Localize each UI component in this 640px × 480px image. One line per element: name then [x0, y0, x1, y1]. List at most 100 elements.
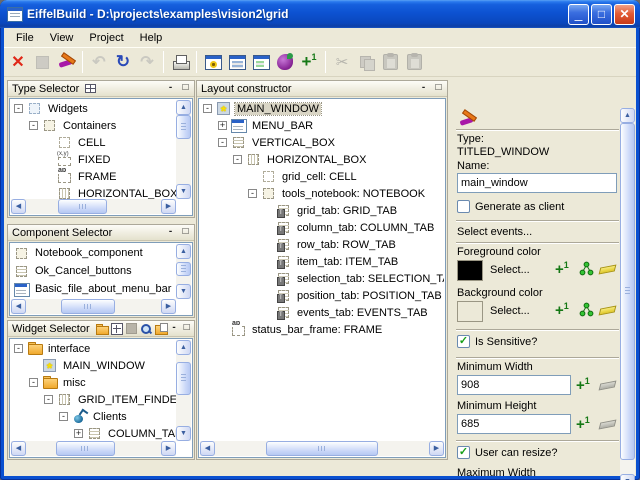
- user-can-resize-checkbox[interactable]: User can resize?: [457, 446, 558, 459]
- expand-icon[interactable]: +: [74, 429, 83, 438]
- tree-item[interactable]: -HORIZONTAL_BOX: [200, 151, 444, 168]
- scroll-track[interactable]: [26, 199, 161, 214]
- window-preview-button[interactable]: [225, 50, 249, 74]
- scroll-thumb[interactable]: [620, 123, 635, 460]
- collapse-icon[interactable]: -: [14, 104, 23, 113]
- scroll-thumb[interactable]: [266, 441, 377, 456]
- mascot-button[interactable]: [273, 50, 297, 74]
- minimum-width-add-one-icon[interactable]: [576, 376, 590, 395]
- is-sensitive-checkbox[interactable]: Is Sensitive?: [457, 335, 537, 348]
- panel-maximize-button[interactable]: [179, 82, 192, 95]
- collapse-icon[interactable]: -: [44, 395, 53, 404]
- minimum-height-add-one-icon[interactable]: [576, 415, 590, 434]
- vertical-scrollbar[interactable]: [176, 340, 191, 441]
- scroll-up-button[interactable]: [176, 340, 191, 355]
- tree-item[interactable]: Ok_Cancel_buttons: [11, 262, 176, 280]
- scroll-track[interactable]: [176, 259, 191, 284]
- panel-maximize-button[interactable]: [432, 82, 445, 95]
- add-one-button[interactable]: [297, 50, 321, 74]
- panel-maximize-button[interactable]: [179, 226, 192, 239]
- scroll-left-button[interactable]: [11, 199, 26, 214]
- panel-minimize-button[interactable]: [164, 82, 177, 95]
- window-settings-button[interactable]: [201, 50, 225, 74]
- scroll-track[interactable]: [176, 115, 191, 184]
- scroll-up-button[interactable]: [176, 100, 191, 115]
- scroll-left-button[interactable]: [200, 441, 215, 456]
- collapse-icon[interactable]: -: [248, 189, 257, 198]
- collapse-icon[interactable]: -: [203, 104, 212, 113]
- tree-item[interactable]: row_tab: ROW_TAB: [200, 236, 444, 253]
- minimize-button[interactable]: [568, 4, 589, 25]
- vertical-scrollbar[interactable]: [176, 244, 191, 299]
- panel-minimize-button[interactable]: [164, 226, 177, 239]
- tree-item[interactable]: position_tab: POSITION_TAB: [200, 287, 444, 304]
- scroll-thumb[interactable]: [176, 115, 191, 139]
- collapse-icon[interactable]: -: [218, 138, 227, 147]
- tree-item[interactable]: -VERTICAL_BOX: [200, 134, 444, 151]
- foreground-reset-eraser-icon[interactable]: [599, 265, 617, 275]
- tree-item[interactable]: -Containers: [11, 117, 176, 134]
- select-events-button[interactable]: Select events...: [457, 226, 532, 238]
- vertical-scrollbar[interactable]: [176, 100, 191, 199]
- scroll-track[interactable]: [176, 355, 191, 426]
- tree-item[interactable]: Notebook_component: [11, 244, 176, 262]
- tree-item[interactable]: -misc: [11, 374, 176, 391]
- folder-icon[interactable]: [96, 323, 108, 335]
- generate-as-client-checkbox[interactable]: Generate as client: [457, 200, 564, 213]
- foreground-graph-icon[interactable]: [579, 261, 594, 276]
- scroll-track[interactable]: [26, 299, 161, 314]
- scroll-track[interactable]: [620, 123, 635, 474]
- scroll-up-button[interactable]: [176, 244, 191, 259]
- scroll-thumb[interactable]: [58, 199, 107, 214]
- collapse-icon[interactable]: -: [29, 121, 38, 130]
- scroll-thumb[interactable]: [176, 362, 191, 395]
- menu-view[interactable]: View: [42, 30, 82, 46]
- minimum-height-input[interactable]: [457, 414, 571, 434]
- tree-item[interactable]: MAIN_WINDOW: [11, 357, 176, 374]
- menu-help[interactable]: Help: [132, 30, 171, 46]
- scroll-right-button[interactable]: [161, 441, 176, 456]
- scroll-left-button[interactable]: [11, 299, 26, 314]
- scroll-track[interactable]: [26, 441, 161, 456]
- scroll-down-button[interactable]: [176, 284, 191, 299]
- tree-item[interactable]: selection_tab: SELECTION_TAB: [200, 270, 444, 287]
- expand-grid-icon[interactable]: [111, 323, 123, 335]
- generate-button[interactable]: [168, 50, 192, 74]
- refresh-button[interactable]: [111, 50, 135, 74]
- tree-item[interactable]: -Widgets: [11, 100, 176, 117]
- minimum-width-input[interactable]: [457, 375, 571, 395]
- background-reset-eraser-icon[interactable]: [599, 306, 617, 316]
- scroll-thumb[interactable]: [176, 262, 191, 276]
- tree-item[interactable]: grid_tab: GRID_TAB: [200, 202, 444, 219]
- maximize-button[interactable]: [591, 4, 612, 25]
- close-button[interactable]: [614, 4, 635, 25]
- tree-item[interactable]: +MENU_BAR: [200, 117, 444, 134]
- name-input[interactable]: [457, 173, 617, 193]
- vertical-scrollbar[interactable]: [620, 108, 635, 480]
- scroll-right-button[interactable]: [429, 441, 444, 456]
- collapse-icon[interactable]: -: [59, 412, 68, 421]
- tree-item[interactable]: -interface: [11, 340, 176, 357]
- foreground-add-one-icon[interactable]: [555, 260, 569, 279]
- horizontal-scrollbar[interactable]: [11, 441, 176, 456]
- panel-maximize-button[interactable]: [181, 322, 192, 335]
- search-icon[interactable]: [140, 323, 152, 335]
- tree-item[interactable]: -Clients: [11, 408, 176, 425]
- collapse-icon[interactable]: -: [29, 378, 38, 387]
- menu-project[interactable]: Project: [81, 30, 131, 46]
- horizontal-scrollbar[interactable]: [11, 199, 176, 214]
- tree-item[interactable]: -MAIN_WINDOW: [200, 100, 444, 117]
- scroll-left-button[interactable]: [11, 441, 26, 456]
- scroll-right-button[interactable]: [161, 299, 176, 314]
- horizontal-scrollbar[interactable]: [200, 441, 444, 456]
- scroll-right-button[interactable]: [161, 199, 176, 214]
- tree-item[interactable]: item_tab: ITEM_TAB: [200, 253, 444, 270]
- small-squares-icon[interactable]: [85, 84, 96, 93]
- panel-minimize-button[interactable]: [417, 82, 430, 95]
- menu-file[interactable]: File: [8, 30, 42, 46]
- collapse-icon[interactable]: -: [233, 155, 242, 164]
- window-preview-small-button[interactable]: [249, 50, 273, 74]
- scroll-thumb[interactable]: [61, 299, 115, 314]
- tree-item[interactable]: -tools_notebook: NOTEBOOK: [200, 185, 444, 202]
- titlebar[interactable]: EiffelBuild - D:\projects\examples\visio…: [0, 0, 640, 28]
